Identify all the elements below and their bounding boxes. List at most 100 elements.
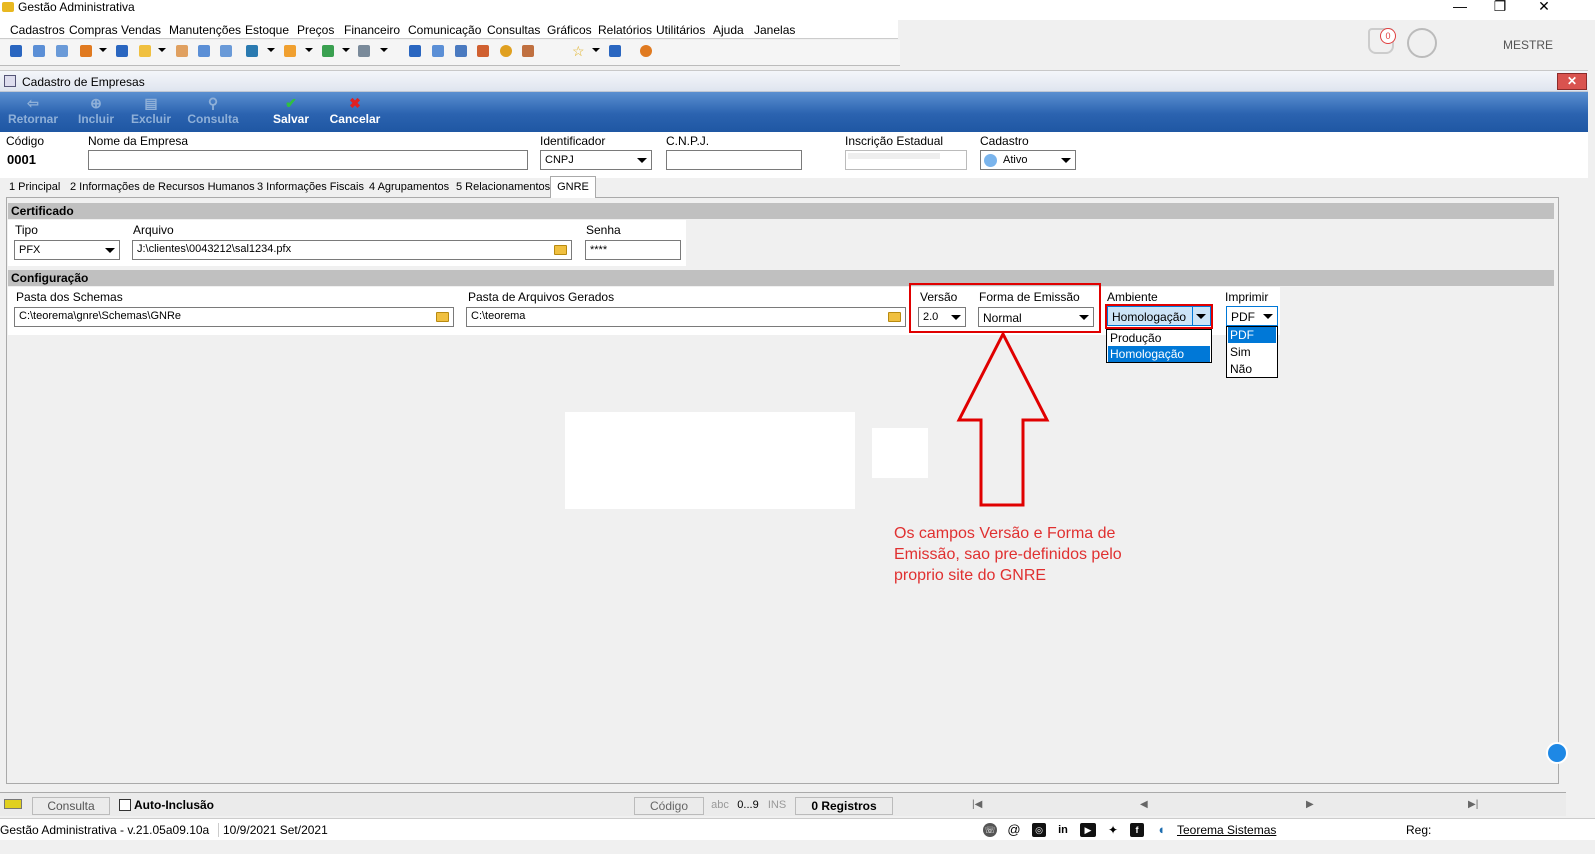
- menu-graficos[interactable]: Gráficos: [547, 23, 592, 37]
- menu-compras[interactable]: Compras: [69, 23, 118, 37]
- menu-comunicacao[interactable]: Comunicação: [408, 23, 481, 37]
- imprimir-select[interactable]: PDF: [1226, 306, 1278, 326]
- chevron-down-icon[interactable]: [158, 48, 166, 52]
- senha-input[interactable]: ****: [585, 240, 681, 260]
- versao-select[interactable]: 2.0: [918, 307, 966, 327]
- cnpj-input[interactable]: [666, 150, 802, 170]
- status-codigo[interactable]: Código: [634, 797, 704, 815]
- consulta-button[interactable]: ⚲ Consulta: [187, 94, 239, 126]
- imprimir-option-pdf[interactable]: PDF: [1228, 327, 1276, 343]
- tab-relacionamentos[interactable]: 5 Relacionamentos: [453, 181, 553, 193]
- nav-first-button[interactable]: |◀: [972, 797, 982, 815]
- identificador-select[interactable]: CNPJ: [540, 150, 652, 170]
- toolbar-folder-icon[interactable]: [139, 45, 151, 57]
- company-link[interactable]: Teorema Sistemas: [1177, 823, 1276, 837]
- imprimir-option-sim[interactable]: Sim: [1228, 344, 1276, 360]
- toolbar-printer-icon[interactable]: [358, 45, 370, 57]
- menu-relatorios[interactable]: Relatórios: [598, 23, 652, 37]
- toolbar-person-icon[interactable]: [176, 45, 188, 57]
- toolbar-truck-icon[interactable]: [322, 45, 334, 57]
- nome-input[interactable]: [88, 150, 528, 170]
- toolbar-calculator-icon[interactable]: [432, 45, 444, 57]
- instagram-icon[interactable]: ◎: [1032, 823, 1046, 837]
- facebook-icon[interactable]: f: [1130, 823, 1144, 837]
- remote-support-icon[interactable]: [1546, 742, 1568, 764]
- salvar-button[interactable]: ✔ Salvar: [270, 94, 312, 126]
- incluir-button[interactable]: ⊕ Incluir: [76, 94, 116, 126]
- toolbar-list-icon[interactable]: [80, 45, 92, 57]
- schemas-input[interactable]: C:\teorema\gnre\Schemas\GNRe: [14, 307, 454, 327]
- tipo-select[interactable]: PFX: [14, 240, 120, 260]
- gerados-input[interactable]: C:\teorema: [466, 307, 906, 327]
- retornar-button[interactable]: ⇦ Retornar: [7, 94, 59, 126]
- tab-informacoes-fiscais[interactable]: 3 Informações Fiscais: [254, 181, 367, 193]
- twitter-icon[interactable]: ✦: [1106, 823, 1120, 837]
- imprimir-option-nao[interactable]: Não: [1228, 361, 1276, 377]
- toolbar-report-icon[interactable]: [522, 45, 534, 57]
- menu-manutencoes[interactable]: Manutenções: [169, 23, 241, 37]
- chevron-down-icon[interactable]: [267, 48, 275, 52]
- youtube-icon[interactable]: ▶: [1080, 823, 1096, 837]
- excluir-button[interactable]: ▤ Excluir: [130, 94, 172, 126]
- configuracao-section-header: Configuração: [8, 270, 1554, 286]
- menu-ajuda[interactable]: Ajuda: [713, 23, 744, 37]
- status-consulta[interactable]: Consulta: [32, 797, 110, 815]
- forma-select[interactable]: Normal: [978, 307, 1094, 327]
- toolbar-box-icon[interactable]: [284, 45, 296, 57]
- chevron-down-icon[interactable]: [380, 48, 388, 52]
- toolbar-cadastro-icon[interactable]: [10, 45, 22, 57]
- folder-icon[interactable]: [888, 312, 901, 322]
- tab-principal[interactable]: 1 Principal: [6, 181, 63, 193]
- cancelar-button[interactable]: ✖ Cancelar: [328, 94, 382, 126]
- toolbar-clock-icon[interactable]: [500, 45, 512, 57]
- menu-precos[interactable]: Preços: [297, 23, 334, 37]
- chevron-down-icon[interactable]: [99, 48, 107, 52]
- minimize-icon[interactable]: —: [1450, 0, 1470, 14]
- menu-janelas[interactable]: Janelas: [754, 23, 795, 37]
- toolbar-doc-icon[interactable]: [220, 45, 232, 57]
- ambiente-select[interactable]: Homologação: [1107, 306, 1211, 326]
- menu-financeiro[interactable]: Financeiro: [344, 23, 400, 37]
- menu-cadastros[interactable]: Cadastros: [10, 23, 65, 37]
- menu-utilitarios[interactable]: Utilitários: [656, 23, 705, 37]
- toolbar-cart-icon[interactable]: [246, 45, 258, 57]
- toolbar-monitor-icon[interactable]: [409, 45, 421, 57]
- folder-icon[interactable]: [554, 245, 567, 255]
- star-icon[interactable]: ☆: [572, 43, 585, 60]
- chevron-down-icon[interactable]: [592, 48, 600, 52]
- linkedin-icon[interactable]: in: [1056, 823, 1070, 837]
- auto-inclusao-checkbox[interactable]: [119, 799, 131, 811]
- toolbar-users-icon[interactable]: [33, 45, 45, 57]
- window-close-button[interactable]: ✕: [1557, 73, 1587, 90]
- toolbar-money-icon[interactable]: [198, 45, 210, 57]
- nav-last-button[interactable]: ▶|: [1468, 797, 1478, 815]
- chevron-down-icon[interactable]: [305, 48, 313, 52]
- toolbar-agenda-icon[interactable]: [477, 45, 489, 57]
- tab-recursos-humanos[interactable]: 2 Informações de Recursos Humanos: [67, 181, 258, 193]
- toolbar-card-icon[interactable]: [56, 45, 68, 57]
- folder-icon[interactable]: [436, 312, 449, 322]
- email-icon[interactable]: @: [1007, 823, 1021, 837]
- chevron-down-icon[interactable]: [342, 48, 350, 52]
- toolbar-calendar-icon[interactable]: [455, 45, 467, 57]
- ambiente-option-producao[interactable]: Produção: [1108, 330, 1210, 346]
- arquivo-input[interactable]: J:\clientes\0043212\sal1234.pfx: [132, 240, 572, 260]
- toolbar-export-icon[interactable]: [609, 45, 621, 57]
- menu-consultas[interactable]: Consultas: [487, 23, 540, 37]
- nav-next-button[interactable]: ▶: [1306, 797, 1314, 815]
- ambiente-option-homologacao[interactable]: Homologação: [1108, 346, 1210, 362]
- support-icon[interactable]: ☏: [983, 823, 997, 837]
- tab-agrupamentos[interactable]: 4 Agrupamentos: [366, 181, 452, 193]
- ie-input[interactable]: [845, 150, 967, 170]
- restore-icon[interactable]: ❐: [1490, 0, 1510, 15]
- power-icon[interactable]: [640, 45, 652, 57]
- status-ins: INS: [767, 799, 787, 811]
- menu-vendas[interactable]: Vendas: [121, 23, 161, 37]
- tab-gnre[interactable]: GNRE: [550, 176, 596, 198]
- nav-prev-button[interactable]: ◀: [1140, 797, 1148, 815]
- user-avatar-icon[interactable]: [1407, 28, 1437, 58]
- cadastro-select[interactable]: Ativo: [980, 150, 1076, 170]
- toolbar-dollar-icon[interactable]: [116, 45, 128, 57]
- close-icon[interactable]: ✕: [1534, 0, 1554, 15]
- menu-estoque[interactable]: Estoque: [245, 23, 289, 37]
